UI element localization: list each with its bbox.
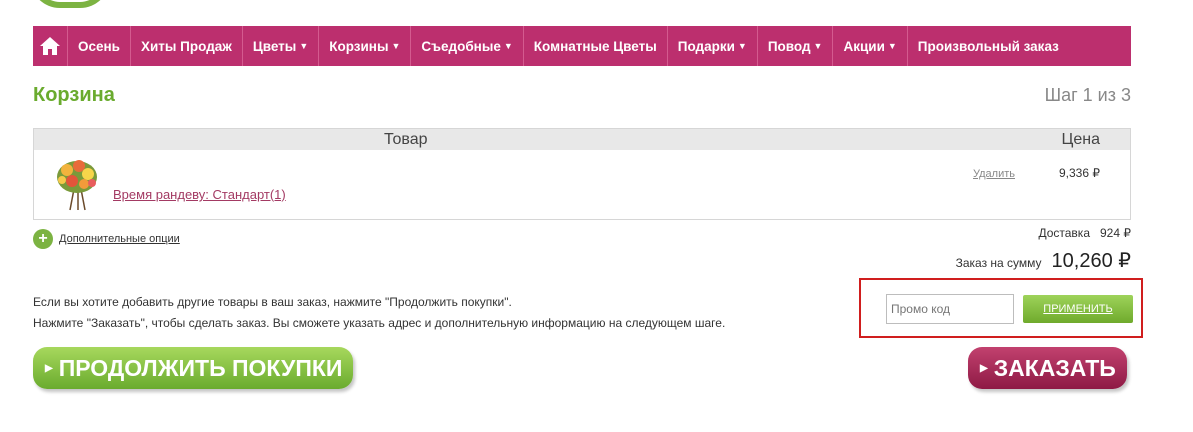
order-total: Заказ на сумму 10,260 ₽ [956,248,1131,273]
additional-options-link[interactable]: Дополнительные опции [59,233,180,245]
delivery-line: Доставка 924 ₽ [1038,226,1131,240]
arrow-right-icon: ▶ [980,362,988,374]
promo-code-highlight: ПРИМЕНИТЬ [859,278,1143,338]
product-thumbnail[interactable] [50,155,104,211]
delivery-value: 924 ₽ [1100,226,1131,240]
caret-down-icon: ▼ [391,41,401,51]
promo-code-input[interactable] [886,294,1014,324]
nav-item-gifts[interactable]: Подарки ▼ [668,26,758,66]
total-label: Заказ на сумму [955,256,1042,270]
continue-shopping-button[interactable]: ▶ ПРОДОЛЖИТЬ ПОКУПКИ [33,347,353,389]
place-order-button[interactable]: ▶ ЗАКАЗАТЬ [968,347,1127,389]
place-order-label: ЗАКАЗАТЬ [993,354,1116,381]
step-indicator: Шаг 1 из 3 [1044,85,1131,105]
site-logo[interactable] [30,0,110,8]
column-header-product: Товар [384,131,428,148]
nav-item-promotions[interactable]: Акции ▼ [833,26,908,66]
home-button[interactable] [33,26,68,66]
plus-icon[interactable]: + [33,229,53,249]
nav-item-flowers[interactable]: Цветы ▼ [243,26,320,66]
column-header-price: Цена [1061,131,1100,148]
nav-item-house-plants[interactable]: Комнатные Цветы [524,26,668,66]
delivery-label: Доставка [1038,226,1090,240]
nav-item-custom-order[interactable]: Произвольный заказ [908,26,1069,66]
info-text-continue: Если вы хотите добавить другие товары в … [33,295,512,309]
nav-item-bestsellers[interactable]: Хиты Продаж [131,26,243,66]
cart-table-header: Товар Цена [34,129,1130,150]
caret-down-icon: ▼ [737,41,747,51]
apply-promo-button[interactable]: ПРИМЕНИТЬ [1023,295,1133,323]
nav-item-autumn[interactable]: Осень [68,26,131,66]
caret-down-icon: ▼ [887,41,897,51]
page-title: Корзина [33,84,115,106]
continue-shopping-label: ПРОДОЛЖИТЬ ПОКУПКИ [58,354,343,381]
additional-options[interactable]: + Дополнительные опции [33,229,180,249]
main-nav: Осень Хиты Продаж Цветы ▼ Корзины ▼ Съедоб… [33,26,1131,66]
cart-table: Товар Цена Время рандеву: Стандарт(1) Уд… [33,128,1131,220]
remove-link[interactable]: Удалить [973,168,1015,180]
nav-item-baskets[interactable]: Корзины ▼ [319,26,412,66]
item-price: 9,336 ₽ [1059,166,1100,180]
info-text-order: Нажмите "Заказать", чтобы сделать заказ.… [33,316,726,330]
caret-down-icon: ▼ [503,41,513,51]
caret-down-icon: ▼ [813,41,823,51]
total-value: 10,260 ₽ [1051,250,1131,272]
nav-item-edible[interactable]: Съедобные ▼ [411,26,524,66]
product-link[interactable]: Время рандеву: Стандарт(1) [113,187,286,202]
caret-down-icon: ▼ [299,41,309,51]
nav-item-occasion[interactable]: Повод ▼ [758,26,834,66]
arrow-right-icon: ▶ [45,362,53,374]
home-icon [40,37,60,55]
